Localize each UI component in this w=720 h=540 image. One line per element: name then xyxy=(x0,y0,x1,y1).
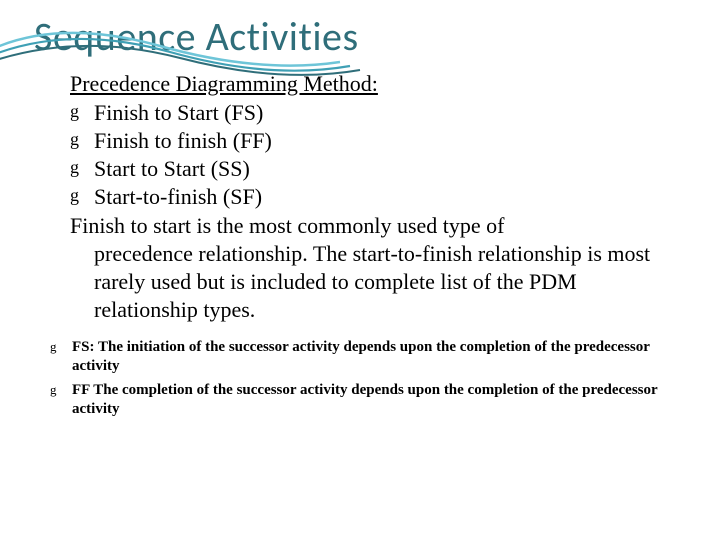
footnote-text: FS: The initiation of the successor acti… xyxy=(72,338,676,376)
bullet-text: Start to Start (SS) xyxy=(94,155,676,183)
bullet-text: Start-to-finish (SF) xyxy=(94,183,676,211)
swirl-bullet-icon: g xyxy=(70,155,94,180)
bullet-text: Finish to finish (FF) xyxy=(94,127,676,155)
bullet-item: g Finish to finish (FF) xyxy=(70,127,676,155)
footnote-text: FF The completion of the successor activ… xyxy=(72,381,676,419)
swirl-bullet-icon: g xyxy=(50,381,72,399)
swirl-bullet-icon: g xyxy=(70,127,94,152)
bullet-text: Finish to Start (FS) xyxy=(94,99,676,127)
paragraph-first-line: Finish to start is the most commonly use… xyxy=(70,213,504,238)
swirl-bullet-icon: g xyxy=(70,183,94,208)
bullet-item: g Finish to Start (FS) xyxy=(70,99,676,127)
swirl-bullet-icon: g xyxy=(70,99,94,124)
paragraph-rest: precedence relationship. The start-to-fi… xyxy=(70,240,676,324)
swirl-bullet-icon: g xyxy=(50,338,72,356)
page-title: Sequence Activities xyxy=(0,0,720,71)
body-paragraph: Finish to start is the most commonly use… xyxy=(70,212,676,325)
footnote-bullets: g FS: The initiation of the successor ac… xyxy=(0,324,720,419)
footnote-item: g FF The completion of the successor act… xyxy=(50,381,676,419)
footnote-item: g FS: The initiation of the successor ac… xyxy=(50,338,676,376)
bullet-item: g Start to Start (SS) xyxy=(70,155,676,183)
main-content: Precedence Diagramming Method: g Finish … xyxy=(0,71,720,324)
subheading: Precedence Diagramming Method: xyxy=(70,71,676,97)
bullet-item: g Start-to-finish (SF) xyxy=(70,183,676,211)
